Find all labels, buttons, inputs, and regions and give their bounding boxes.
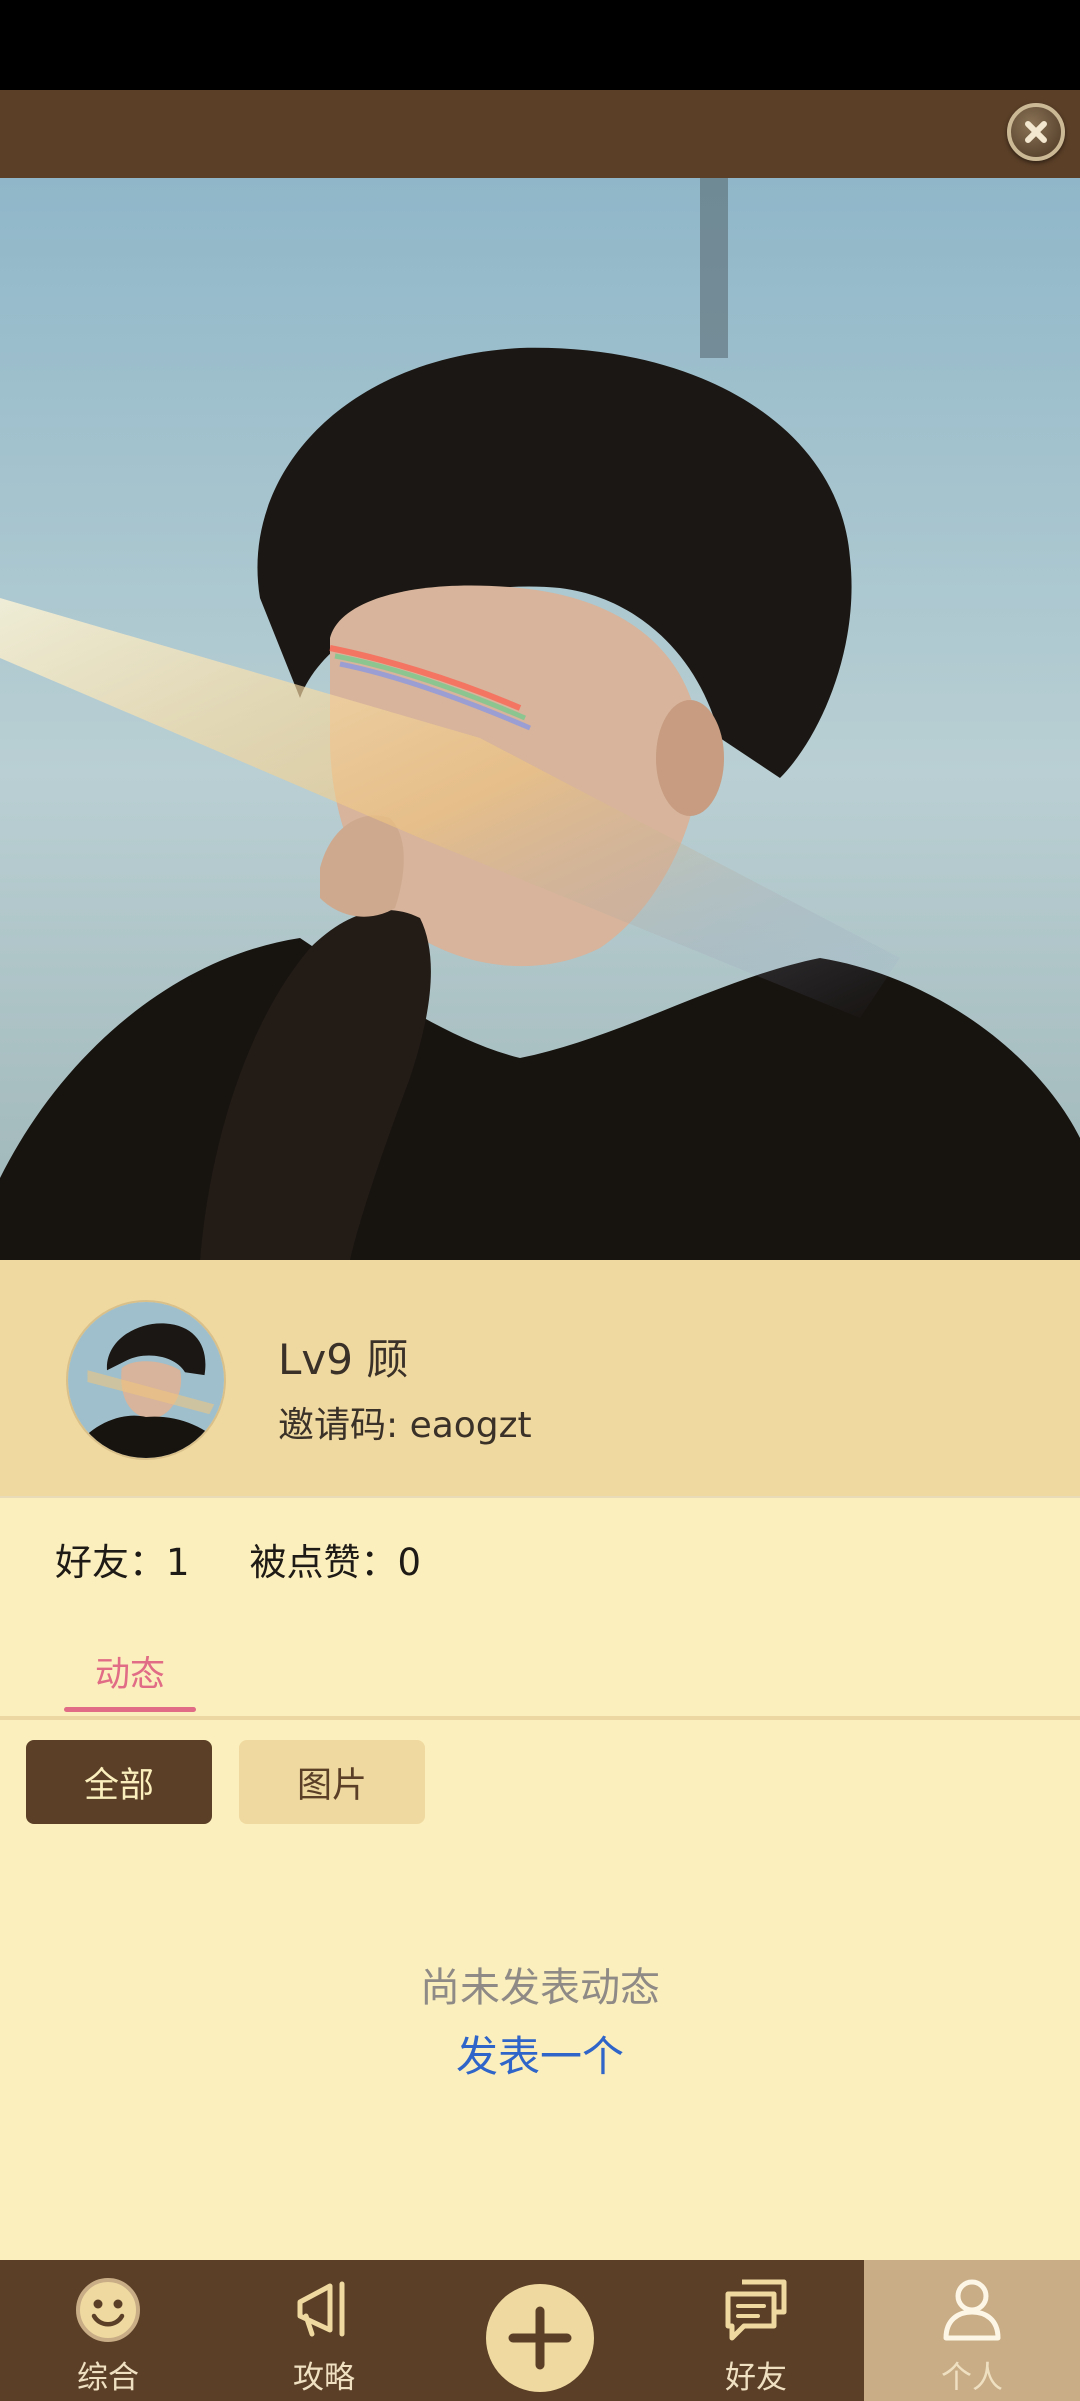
smiley-icon — [70, 2272, 146, 2348]
profile-header: Lv9 顾 邀请码: eaogzt — [0, 1260, 1080, 1498]
nav-item-general[interactable]: 综合 — [0, 2260, 216, 2401]
status-bar — [0, 0, 1080, 90]
bottom-nav: 综合 攻略 好友 个人 — [0, 2260, 1080, 2401]
user-level-name: Lv9 顾 — [278, 1335, 409, 1384]
top-bar — [0, 90, 1080, 178]
nav-item-profile[interactable]: 个人 — [864, 2260, 1080, 2401]
chat-icon — [718, 2272, 794, 2348]
user-stats: 好友：1 被点赞：0 — [55, 1532, 421, 1586]
nav-item-friends[interactable]: 好友 — [648, 2260, 864, 2401]
create-post-link[interactable]: 发表一个 — [0, 2023, 1080, 2084]
plus-icon — [486, 2284, 594, 2392]
megaphone-icon — [286, 2272, 362, 2348]
filter-all-button[interactable]: 全部 — [26, 1740, 212, 1824]
nav-label-profile: 个人 — [941, 2360, 1003, 2396]
cover-photo — [0, 178, 1080, 1260]
nav-label-general: 综合 — [77, 2360, 139, 2396]
nav-label-guides: 攻略 — [293, 2360, 355, 2396]
friends-count[interactable]: 好友：1 — [55, 1532, 190, 1586]
invite-code: 邀请码: eaogzt — [278, 1405, 532, 1446]
filter-images-button[interactable]: 图片 — [239, 1740, 425, 1824]
tab-posts[interactable]: 动态 — [64, 1640, 196, 1712]
nav-label-friends: 好友 — [725, 2360, 787, 2396]
tab-bar: 动态 — [0, 1640, 1080, 1720]
likes-count: 被点赞：0 — [249, 1541, 422, 1584]
close-icon — [1025, 121, 1047, 143]
avatar[interactable] — [66, 1300, 226, 1460]
nav-item-create[interactable] — [432, 2260, 648, 2401]
nav-item-guides[interactable]: 攻略 — [216, 2260, 432, 2401]
empty-state-message: 尚未发表动态 — [420, 1965, 660, 2011]
close-button[interactable] — [1007, 103, 1065, 161]
person-icon — [934, 2272, 1010, 2348]
